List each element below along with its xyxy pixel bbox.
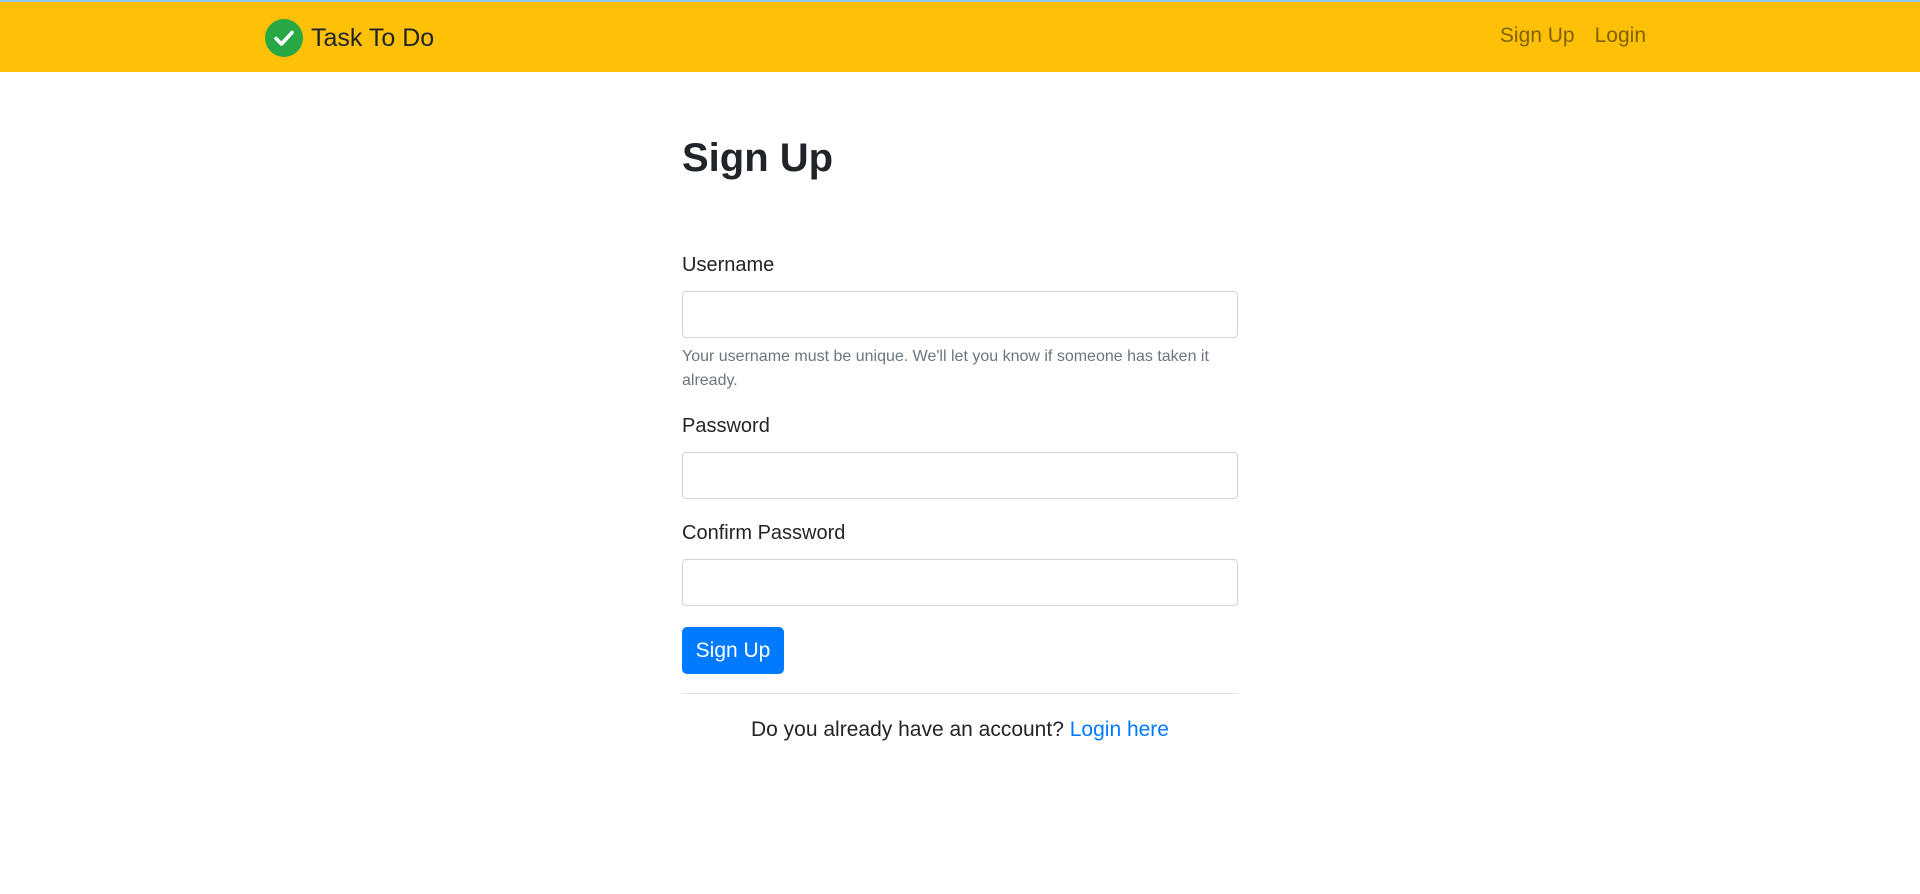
- signup-submit-button[interactable]: Sign Up: [682, 627, 784, 674]
- password-input[interactable]: [682, 452, 1238, 499]
- brand-link[interactable]: Task To Do: [265, 18, 434, 58]
- divider: [682, 693, 1238, 694]
- login-prompt: Do you already have an account? Login he…: [682, 718, 1238, 742]
- check-circle-icon: [265, 19, 303, 57]
- navbar: Task To Do Sign Up Login: [0, 2, 1920, 72]
- confirm-password-input[interactable]: [682, 559, 1238, 606]
- confirm-password-label: Confirm Password: [682, 522, 846, 544]
- brand-label: Task To Do: [311, 23, 435, 52]
- nav-links: Sign Up Login: [1500, 24, 1646, 48]
- login-prompt-text: Do you already have an account?: [751, 718, 1064, 741]
- password-label: Password: [682, 415, 770, 437]
- username-input[interactable]: [682, 291, 1238, 338]
- username-label: Username: [682, 254, 775, 276]
- login-here-link[interactable]: Login here: [1070, 718, 1169, 741]
- nav-login-link[interactable]: Login: [1595, 24, 1646, 48]
- nav-signup-link[interactable]: Sign Up: [1500, 24, 1575, 48]
- username-help-text: Your username must be unique. We'll let …: [682, 348, 1209, 389]
- page-title: Sign Up: [682, 136, 834, 180]
